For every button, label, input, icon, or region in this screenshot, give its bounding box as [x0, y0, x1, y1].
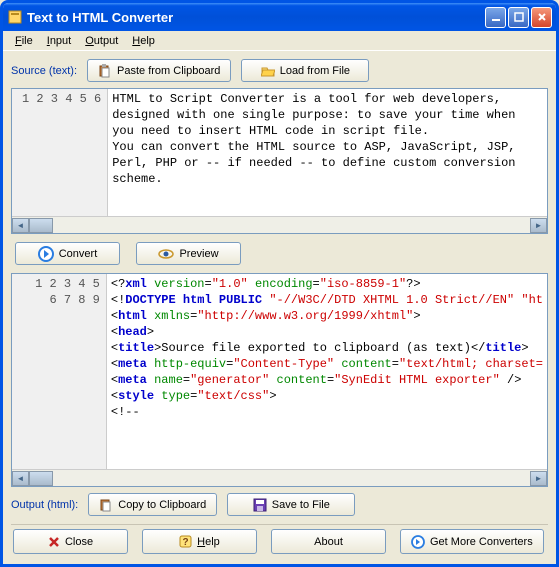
- copy-clipboard-button[interactable]: Copy to Clipboard: [88, 493, 217, 516]
- close-button[interactable]: [531, 7, 552, 28]
- paste-clipboard-button[interactable]: Paste from Clipboard: [87, 59, 231, 82]
- menu-file[interactable]: File: [9, 33, 39, 49]
- output-text[interactable]: <?xml version="1.0" encoding="iso-8859-1…: [107, 274, 547, 469]
- menu-input[interactable]: Input: [41, 33, 77, 49]
- bottom-toolbar: Close ? Help About Get More Converters: [11, 524, 548, 556]
- save-file-button[interactable]: Save to File: [227, 493, 355, 516]
- save-label: Save to File: [272, 499, 330, 511]
- action-toolbar: Convert Preview: [11, 240, 548, 267]
- close-app-button[interactable]: Close: [13, 529, 128, 554]
- floppy-disk-icon: [253, 498, 267, 512]
- more-label: Get More Converters: [430, 536, 533, 548]
- scroll-thumb[interactable]: [29, 471, 53, 486]
- help-label: Help: [197, 536, 220, 548]
- output-toolbar: Output (html): Copy to Clipboard Save to…: [11, 493, 548, 516]
- titlebar[interactable]: Text to HTML Converter: [3, 3, 556, 31]
- clipboard-copy-icon: [99, 498, 113, 512]
- app-icon: [7, 9, 23, 25]
- convert-button[interactable]: Convert: [15, 242, 120, 265]
- paste-label: Paste from Clipboard: [117, 65, 220, 77]
- output-hscrollbar[interactable]: ◄ ►: [12, 469, 547, 486]
- about-label: About: [314, 536, 343, 548]
- close-label: Close: [65, 536, 93, 548]
- folder-open-icon: [261, 64, 275, 78]
- menu-help[interactable]: Help: [126, 33, 161, 49]
- help-icon: ?: [179, 535, 192, 548]
- get-more-button[interactable]: Get More Converters: [400, 529, 544, 554]
- help-button[interactable]: ? Help: [142, 529, 257, 554]
- source-label: Source (text):: [11, 65, 77, 77]
- scroll-right-icon[interactable]: ►: [530, 218, 547, 233]
- client-area: Source (text): Paste from Clipboard Load…: [3, 51, 556, 564]
- menubar: File Input Output Help: [3, 31, 556, 51]
- scroll-thumb[interactable]: [29, 218, 53, 233]
- arrow-right-circle-icon: [38, 246, 54, 262]
- close-x-icon: [48, 536, 60, 548]
- source-text[interactable]: HTML to Script Converter is a tool for w…: [108, 89, 519, 216]
- output-label: Output (html):: [11, 499, 78, 511]
- arrow-right-circle-icon: [411, 535, 425, 549]
- clipboard-icon: [98, 64, 112, 78]
- svg-text:?: ?: [183, 537, 189, 548]
- preview-label: Preview: [179, 248, 218, 260]
- eye-icon: [158, 248, 174, 260]
- minimize-button[interactable]: [485, 7, 506, 28]
- source-hscrollbar[interactable]: ◄ ►: [12, 216, 547, 233]
- output-gutter: 1 2 3 4 5 6 7 8 9: [12, 274, 107, 469]
- output-editor[interactable]: 1 2 3 4 5 6 7 8 9 <?xml version="1.0" en…: [11, 273, 548, 487]
- menu-output[interactable]: Output: [79, 33, 124, 49]
- source-editor[interactable]: 1 2 3 4 5 6 HTML to Script Converter is …: [11, 88, 548, 234]
- window-controls: [485, 7, 552, 28]
- app-window: Text to HTML Converter File Input Output…: [0, 0, 559, 567]
- preview-button[interactable]: Preview: [136, 242, 241, 265]
- load-label: Load from File: [280, 65, 350, 77]
- load-file-button[interactable]: Load from File: [241, 59, 369, 82]
- maximize-button[interactable]: [508, 7, 529, 28]
- scroll-left-icon[interactable]: ◄: [12, 218, 29, 233]
- scroll-right-icon[interactable]: ►: [530, 471, 547, 486]
- about-button[interactable]: About: [271, 529, 386, 554]
- scroll-left-icon[interactable]: ◄: [12, 471, 29, 486]
- convert-label: Convert: [59, 248, 98, 260]
- copy-label: Copy to Clipboard: [118, 499, 206, 511]
- source-toolbar: Source (text): Paste from Clipboard Load…: [11, 59, 548, 82]
- source-gutter: 1 2 3 4 5 6: [12, 89, 108, 216]
- window-title: Text to HTML Converter: [27, 10, 485, 25]
